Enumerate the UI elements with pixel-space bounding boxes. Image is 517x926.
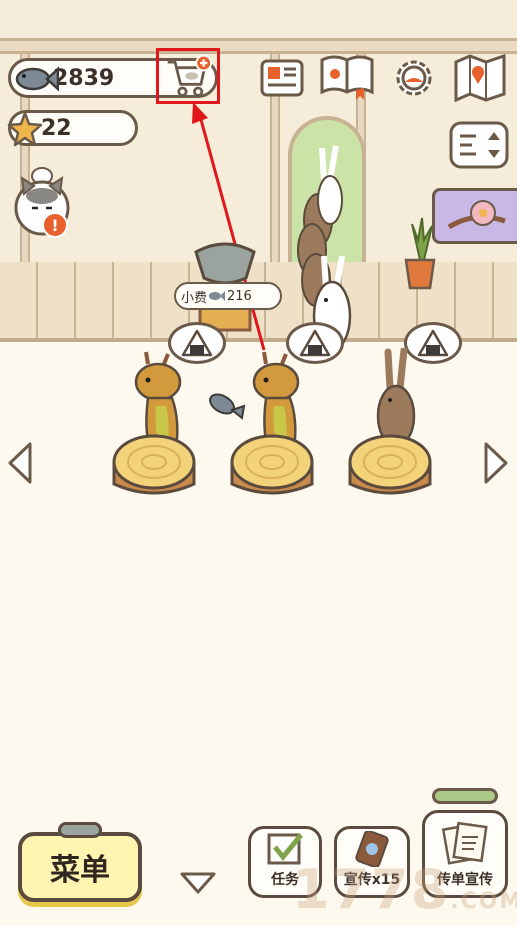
gear-icon	[396, 60, 432, 96]
tip-label[interactable]: 小费 216	[174, 282, 282, 310]
progress-bar	[432, 788, 498, 804]
book-icon	[320, 55, 374, 100]
chevron-left-icon	[8, 442, 32, 484]
alert-badge: !	[42, 212, 68, 238]
site-watermark: 1778.COM	[292, 858, 517, 921]
settings-button[interactable]	[390, 56, 438, 100]
scroll-right-button[interactable]	[480, 440, 510, 486]
map-icon	[454, 53, 506, 102]
recipe-book-button[interactable]	[318, 52, 376, 102]
sort-toggle-button[interactable]	[448, 120, 510, 170]
menu-label: 菜单	[50, 853, 110, 888]
star-icon	[7, 111, 43, 147]
star-counter: 22	[7, 110, 138, 147]
sort-icon	[449, 121, 509, 169]
map-button[interactable]	[452, 52, 508, 102]
flower-event-banner[interactable]	[432, 188, 517, 244]
star-count: 22	[41, 115, 72, 141]
watermark-main: 1778	[292, 858, 451, 921]
watermark-sub: .COM	[450, 889, 517, 914]
stump-seat-2[interactable]	[228, 432, 316, 498]
newspaper-button[interactable]	[258, 56, 306, 100]
fish-icon	[209, 291, 226, 301]
stump-seat-3[interactable]	[346, 432, 434, 498]
flower-icon	[447, 200, 506, 230]
menu-button[interactable]: 菜单	[18, 832, 142, 902]
clipboard-clip	[58, 822, 102, 838]
chevron-right-icon	[484, 442, 508, 484]
tip-text: 小费	[181, 290, 208, 306]
newspaper-icon	[260, 59, 304, 97]
tip-amount: 216	[227, 288, 252, 304]
chevron-down-icon	[180, 872, 216, 894]
stump-seat-1[interactable]	[110, 432, 198, 498]
fish-tip-icon[interactable]	[206, 388, 246, 420]
potted-plant	[404, 217, 436, 290]
chef-cat-avatar[interactable]: !	[12, 166, 72, 238]
collapse-button[interactable]	[178, 868, 218, 898]
scroll-left-button[interactable]	[6, 440, 36, 486]
